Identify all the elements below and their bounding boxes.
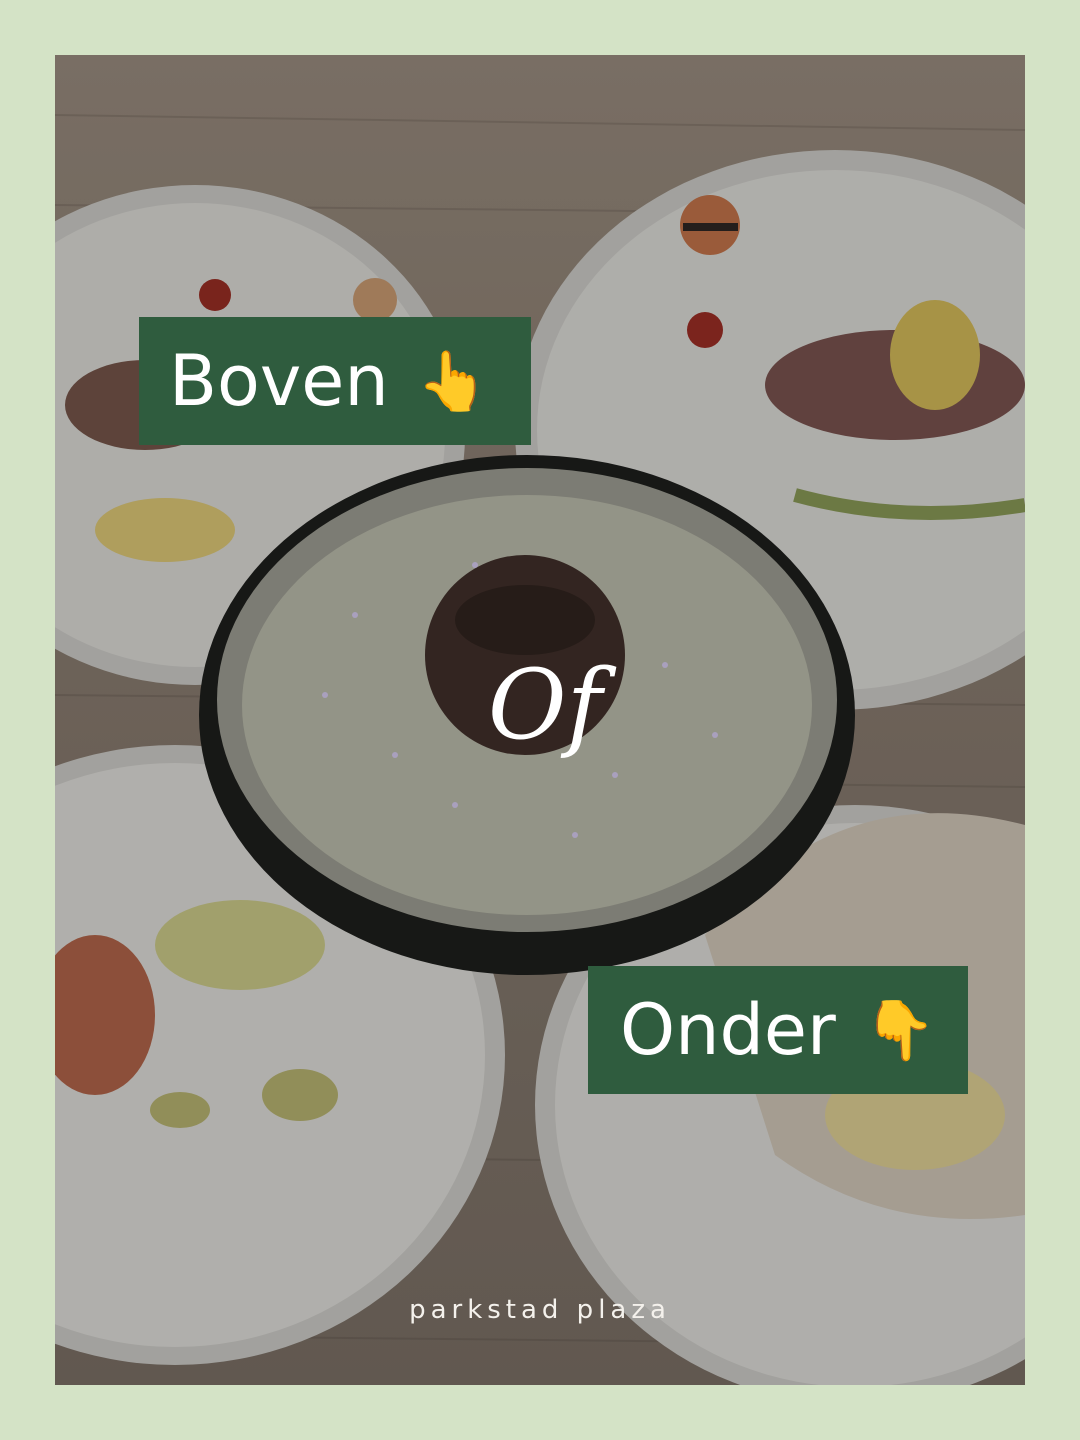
- bottom-label-box: Onder 👇: [588, 966, 968, 1094]
- brand-name: parkstad plaza: [409, 1295, 671, 1325]
- middle-word: Of: [487, 649, 603, 761]
- top-label-text: Boven: [169, 340, 389, 422]
- pointing-down-icon: 👇: [863, 995, 936, 1064]
- top-label-box: Boven 👆: [139, 317, 531, 445]
- bottom-label-text: Onder: [620, 989, 836, 1071]
- pointing-up-icon: 👆: [416, 346, 489, 415]
